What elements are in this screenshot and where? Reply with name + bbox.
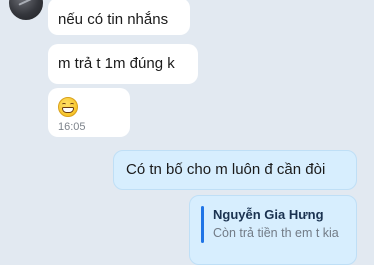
quoted-sender-name: Nguyễn Gia Hưng — [213, 207, 324, 222]
message-bubble-incoming[interactable]: nếu có tin nhắns — [48, 0, 190, 35]
grinning-face-icon — [58, 97, 78, 117]
quote-accent-bar — [201, 206, 204, 243]
quoted-message-text: Còn trả tiền th em t kia — [213, 226, 339, 240]
message-timestamp: 16:05 — [58, 121, 86, 133]
message-bubble-outgoing-reply[interactable]: Nguyễn Gia Hưng Còn trả tiền th em t kia — [189, 195, 357, 265]
message-bubble-outgoing[interactable]: Có tn bố cho m luôn đ cần đòi — [113, 150, 357, 190]
chat-area: nếu có tin nhắns m trả t 1m đúng k 16:05… — [0, 0, 374, 265]
message-bubble-incoming-emoji[interactable]: 16:05 — [48, 88, 130, 137]
message-text: Có tn bố cho m luôn đ cần đòi — [126, 161, 326, 178]
message-bubble-incoming[interactable]: m trả t 1m đúng k — [48, 44, 198, 84]
contact-avatar[interactable] — [9, 0, 43, 20]
message-text: m trả t 1m đúng k — [58, 55, 175, 72]
message-text: nếu có tin nhắns — [58, 11, 169, 28]
